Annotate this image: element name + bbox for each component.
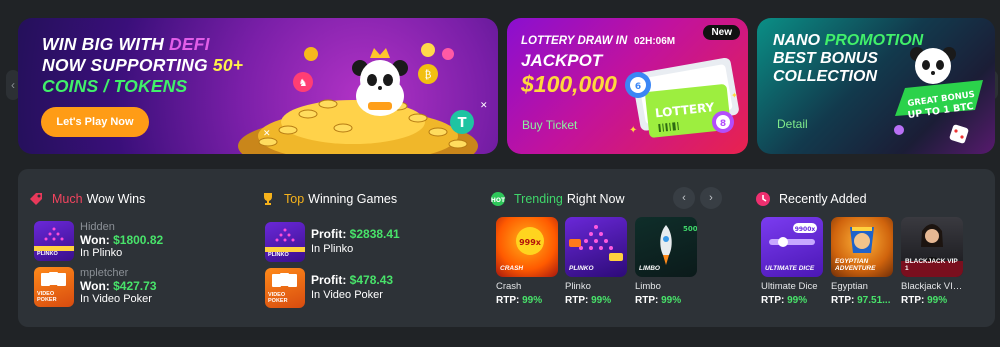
svg-text:✕: ✕: [480, 101, 488, 111]
svg-text:8: 8: [720, 119, 726, 129]
plinko-thumbnail: PLINKO: [265, 222, 305, 262]
video-poker-thumbnail: VIDEO POKER: [34, 267, 74, 307]
limbo-thumbnail: 500x LIMBO: [635, 217, 697, 277]
svg-text:6: 6: [635, 82, 641, 92]
trending-next-button[interactable]: ›: [700, 187, 722, 209]
svg-text:T: T: [458, 116, 467, 131]
egyptian-thumbnail: EGYPTIAN ADVENTURE: [831, 217, 893, 277]
lottery-countdown: 02H:06M: [634, 36, 676, 47]
jackpot-amount: $100,000: [521, 71, 617, 97]
wow-wins-header: Much Wow Wins: [28, 191, 145, 207]
svg-text:✕: ✕: [263, 129, 271, 139]
svg-text:♞: ♞: [299, 78, 308, 89]
profit-game: In Video Poker: [311, 289, 383, 301]
game-card-egyptian-adventure[interactable]: EGYPTIAN ADVENTURE Egyptian RTP: 97.51..…: [831, 217, 893, 306]
profit-amount: $2838.41: [349, 227, 400, 241]
svg-text:✦: ✦: [629, 125, 637, 136]
game-card-plinko[interactable]: PLINKO Plinko RTP: 99%: [565, 217, 627, 306]
top-game-entry[interactable]: VIDEO POKER Profit: $478.43 In Video Pok…: [265, 268, 393, 308]
crash-thumbnail: 999x CRASH: [496, 217, 558, 277]
defi-banner[interactable]: ♞ ₿ T ✕ ✕ WIN BIG WITH DEFI NOW SUPPORTI…: [18, 18, 498, 154]
jackpot-label: JACKPOT: [521, 51, 603, 70]
win-game: In Plinko: [80, 247, 123, 259]
svg-text:₿: ₿: [425, 69, 432, 81]
top-game-entry[interactable]: PLINKO Profit: $2838.41 In Plinko: [265, 222, 400, 262]
clock-icon: [755, 191, 771, 207]
lets-play-now-button[interactable]: Let's Play Now: [41, 107, 149, 137]
recent-header: Recently Added: [755, 191, 867, 207]
top-games-header: Top Winning Games: [260, 191, 397, 207]
game-stats-panel: Much Wow Wins PLINKO Hidden Won: $1800.8…: [18, 169, 995, 327]
profit-amount: $478.43: [349, 273, 394, 287]
video-poker-thumbnail: VIDEO POKER: [265, 268, 305, 308]
promotion-banner[interactable]: GREAT BONUS UP TO 1 BTC NANO PROMOTION B…: [757, 18, 995, 154]
game-card-crash[interactable]: 999x CRASH Crash RTP: 99%: [496, 217, 558, 306]
trophy-icon: [260, 191, 276, 207]
svg-text:✦: ✦: [731, 91, 738, 100]
trending-header: HOT Trending Right Now: [490, 191, 625, 207]
trending-prev-button[interactable]: ‹: [673, 187, 695, 209]
buy-ticket-link[interactable]: Buy Ticket: [522, 118, 577, 132]
svg-text:HOT: HOT: [491, 197, 506, 204]
blackjack-vip-thumbnail: BLACKJACK VIP 1: [901, 217, 963, 277]
game-card-blackjack-vip[interactable]: BLACKJACK VIP 1 Blackjack VIP 1 RTP: 99%: [901, 217, 963, 306]
new-badge: New: [703, 25, 740, 40]
defi-banner-headline: WIN BIG WITH DEFI NOW SUPPORTING 50+ COI…: [42, 34, 244, 96]
win-entry[interactable]: VIDEO POKER mpletcher Won: $427.73 In Vi…: [34, 267, 157, 307]
svg-text:500x: 500x: [683, 225, 697, 233]
win-amount: $427.73: [113, 279, 157, 293]
tag-icon: [28, 191, 44, 207]
game-card-ultimate-dice[interactable]: 9900x ULTIMATE DICE Ultimate Dice RTP: 9…: [761, 217, 823, 306]
svg-text:999x: 999x: [519, 238, 542, 247]
promotion-headline: NANO PROMOTION BEST BONUS COLLECTION: [773, 32, 924, 85]
promotion-detail-link[interactable]: Detail: [777, 117, 808, 131]
game-card-limbo[interactable]: 500x LIMBO Limbo RTP: 99%: [635, 217, 697, 306]
ultimate-dice-thumbnail: 9900x ULTIMATE DICE: [761, 217, 823, 277]
plinko-thumbnail: PLINKO: [34, 221, 74, 261]
profit-game: In Plinko: [311, 243, 354, 255]
lottery-banner[interactable]: LOTTERY 6 8 ✦ ✦ LOTTERY DRAW IN 02H:06M …: [507, 18, 748, 154]
lottery-title: LOTTERY DRAW IN: [521, 35, 628, 47]
plinko-thumbnail: PLINKO: [565, 217, 627, 277]
panda-mascot: [352, 48, 408, 116]
win-game: In Video Poker: [80, 293, 152, 305]
hot-badge-icon: HOT: [490, 191, 506, 207]
svg-text:9900x: 9900x: [795, 226, 816, 233]
win-entry[interactable]: PLINKO Hidden Won: $1800.82 In Plinko: [34, 221, 163, 261]
win-amount: $1800.82: [113, 233, 164, 247]
